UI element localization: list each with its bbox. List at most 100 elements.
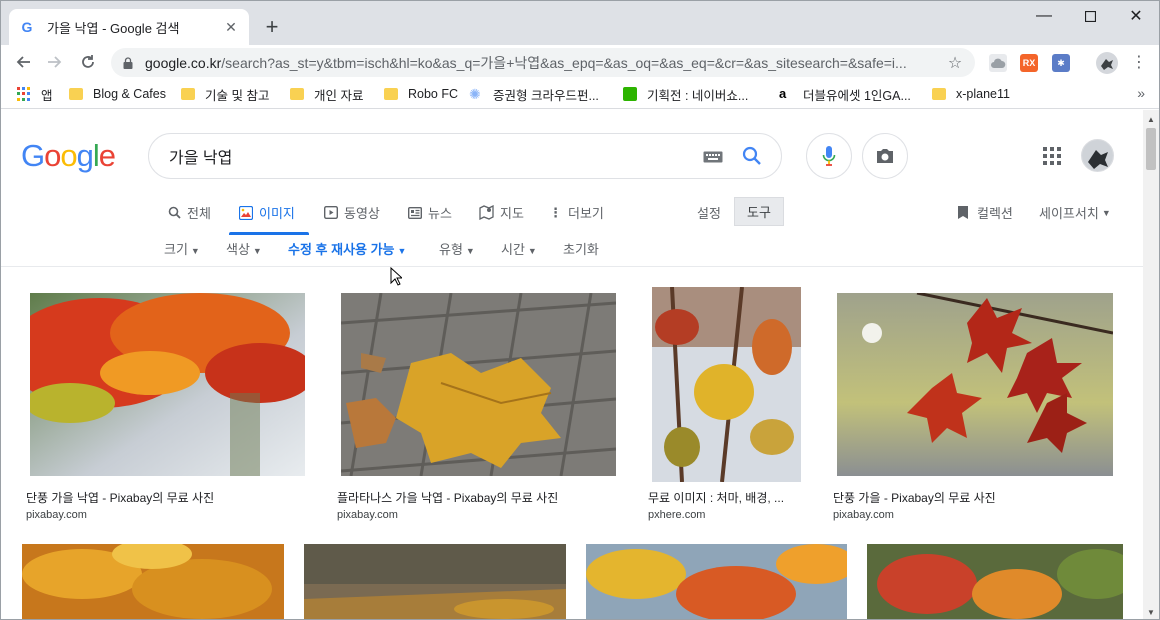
maximize-button[interactable]: [1067, 1, 1113, 31]
tab-more[interactable]: ⋮ 더보기: [549, 203, 604, 222]
account-avatar[interactable]: [1081, 139, 1114, 172]
search-input[interactable]: 가을 낙엽: [148, 133, 782, 179]
bookmark-robo-fc[interactable]: Robo FC: [384, 85, 458, 103]
filter-usage-rights[interactable]: 수정 후 재사용 가능 ▼: [288, 239, 406, 258]
address-bar[interactable]: google.co.kr/search?as_st=y&tbm=isch&hl=…: [111, 48, 975, 77]
filter-type[interactable]: 유형 ▼: [439, 239, 475, 258]
new-tab-button[interactable]: +: [260, 15, 284, 39]
bookmark-crowdfunding[interactable]: ✺ 증권형 크라우드펀...: [469, 85, 599, 103]
folder-icon: [181, 88, 195, 100]
result-thumbnail[interactable]: [586, 544, 847, 619]
close-window-button[interactable]: ✕: [1113, 1, 1159, 31]
settings-link[interactable]: 설정: [697, 203, 721, 222]
bookmark-label: Robo FC: [408, 87, 459, 101]
filter-color[interactable]: 색상 ▼: [226, 239, 262, 258]
tab-videos[interactable]: 동영상: [324, 203, 380, 222]
bookmark-label: x-plane11: [956, 87, 1010, 101]
caret-down-icon: ▼: [252, 246, 262, 256]
bookmark-xplane11[interactable]: x-plane11: [932, 85, 1010, 103]
result-thumbnail[interactable]: [867, 544, 1123, 619]
reload-button[interactable]: [75, 49, 101, 75]
letter-a-icon: a: [779, 86, 787, 101]
bookmark-blog-cafes[interactable]: Blog & Cafes: [69, 85, 166, 103]
image-search-button[interactable]: [862, 133, 908, 179]
url-path: /search?as_st=y&tbm=isch&hl=ko&as_q=가을+낙…: [221, 54, 907, 71]
mouse-cursor-icon: [390, 267, 402, 286]
folder-icon: [69, 88, 83, 100]
filter-label: 크기: [164, 242, 188, 257]
video-icon: [324, 206, 338, 219]
tab-label: 더보기: [568, 206, 604, 221]
puzzle-extension-icon[interactable]: ✱: [1052, 54, 1070, 72]
apps-grid-icon: [17, 87, 31, 101]
keyboard-icon[interactable]: [703, 150, 723, 163]
tab-all[interactable]: 전체: [168, 203, 211, 222]
image-result[interactable]: [22, 544, 284, 619]
profile-avatar-icon[interactable]: [1096, 52, 1118, 74]
result-thumbnail[interactable]: [30, 293, 305, 476]
scrollbar-thumb[interactable]: [1146, 128, 1156, 170]
filter-label: 유형: [439, 242, 463, 257]
tools-button[interactable]: 도구: [734, 197, 784, 226]
tab-maps[interactable]: 지도: [479, 203, 524, 222]
browser-window: G 가을 낙엽 - Google 검색 ✕ + — ✕ google.co.kr…: [0, 0, 1160, 620]
tab-news[interactable]: 뉴스: [408, 203, 452, 222]
image-result[interactable]: 무료 이미지 : 처마, 배경, ... pxhere.com: [644, 287, 810, 527]
bookmark-apps[interactable]: 앱: [17, 85, 53, 103]
tab-label: 지도: [500, 206, 524, 221]
bookmark-personal-data[interactable]: 개인 자료: [290, 85, 363, 103]
safesearch-dropdown[interactable]: 세이프서치 ▼: [1039, 203, 1111, 222]
image-result[interactable]: 단풍 가을 낙엽 - Pixabay의 무료 사진 pixabay.com: [22, 287, 313, 527]
image-result[interactable]: [304, 544, 566, 619]
bookmark-label: Blog & Cafes: [93, 87, 166, 101]
google-logo[interactable]: Google: [21, 138, 116, 174]
search-icon[interactable]: [741, 145, 763, 167]
tab-label: 동영상: [344, 206, 380, 221]
filter-label: 초기화: [563, 242, 599, 257]
browser-tab[interactable]: G 가을 낙엽 - Google 검색 ✕: [9, 9, 249, 45]
google-apps-icon[interactable]: [1043, 147, 1061, 165]
map-icon: [479, 205, 494, 220]
filter-label: 색상: [226, 242, 250, 257]
cloud-extension-icon[interactable]: [989, 54, 1007, 72]
bookmark-wasset[interactable]: a 더블유에셋 1인GA...: [779, 85, 911, 103]
news-icon: [408, 206, 422, 219]
caret-down-icon: ▼: [1101, 207, 1111, 218]
filter-clear[interactable]: 초기화: [563, 239, 599, 258]
image-result[interactable]: 플라타나스 가을 낙엽 - Pixabay의 무료 사진 pixabay.com: [333, 287, 624, 527]
caret-down-icon: ▼: [527, 246, 537, 256]
image-result[interactable]: [586, 544, 847, 619]
scroll-up-icon[interactable]: ▲: [1143, 112, 1159, 126]
page-scrollbar[interactable]: ▲ ▼: [1143, 110, 1159, 619]
forward-button[interactable]: [42, 49, 68, 75]
bookmark-naver-shopping[interactable]: 기획전 : 네이버쇼...: [623, 85, 748, 103]
filter-size[interactable]: 크기 ▼: [164, 239, 200, 258]
bookmark-tech-reference[interactable]: 기술 및 참고: [181, 85, 269, 103]
image-result[interactable]: [867, 544, 1123, 619]
bookmark-label: 개인 자료: [314, 88, 364, 103]
green-square-icon: [623, 87, 637, 101]
tab-images[interactable]: 이미지: [239, 203, 295, 222]
search-results-page: Google 가을 낙엽 전체 이미지 동영상 뉴스 지도 ⋮ 더보기 설정 도…: [1, 110, 1144, 619]
bookmark-star-icon[interactable]: ☆: [945, 53, 965, 73]
microphone-icon: [822, 146, 836, 166]
result-thumbnail[interactable]: [341, 293, 616, 476]
back-button[interactable]: [10, 49, 36, 75]
result-source: pixabay.com: [337, 509, 398, 521]
collections-link[interactable]: 컬렉션: [957, 203, 1013, 222]
image-result[interactable]: 단풍 가을 - Pixabay의 무료 사진 pixabay.com: [829, 287, 1122, 527]
rx-extension-icon[interactable]: RX: [1020, 54, 1038, 72]
result-thumbnail[interactable]: [652, 287, 801, 482]
minimize-button[interactable]: —: [1021, 1, 1067, 31]
close-tab-icon[interactable]: ✕: [223, 19, 239, 35]
safesearch-label: 세이프서치: [1039, 206, 1099, 221]
bookmarks-overflow-icon[interactable]: »: [1137, 85, 1145, 101]
scroll-down-icon[interactable]: ▼: [1143, 605, 1159, 619]
voice-search-button[interactable]: [806, 133, 852, 179]
filter-time[interactable]: 시간 ▼: [501, 239, 537, 258]
result-thumbnail[interactable]: [304, 544, 566, 619]
browser-toolbar: google.co.kr/search?as_st=y&tbm=isch&hl=…: [1, 45, 1159, 79]
browser-menu-icon[interactable]: ⋮: [1126, 49, 1152, 75]
result-thumbnail[interactable]: [22, 544, 284, 619]
result-thumbnail[interactable]: [837, 293, 1113, 476]
